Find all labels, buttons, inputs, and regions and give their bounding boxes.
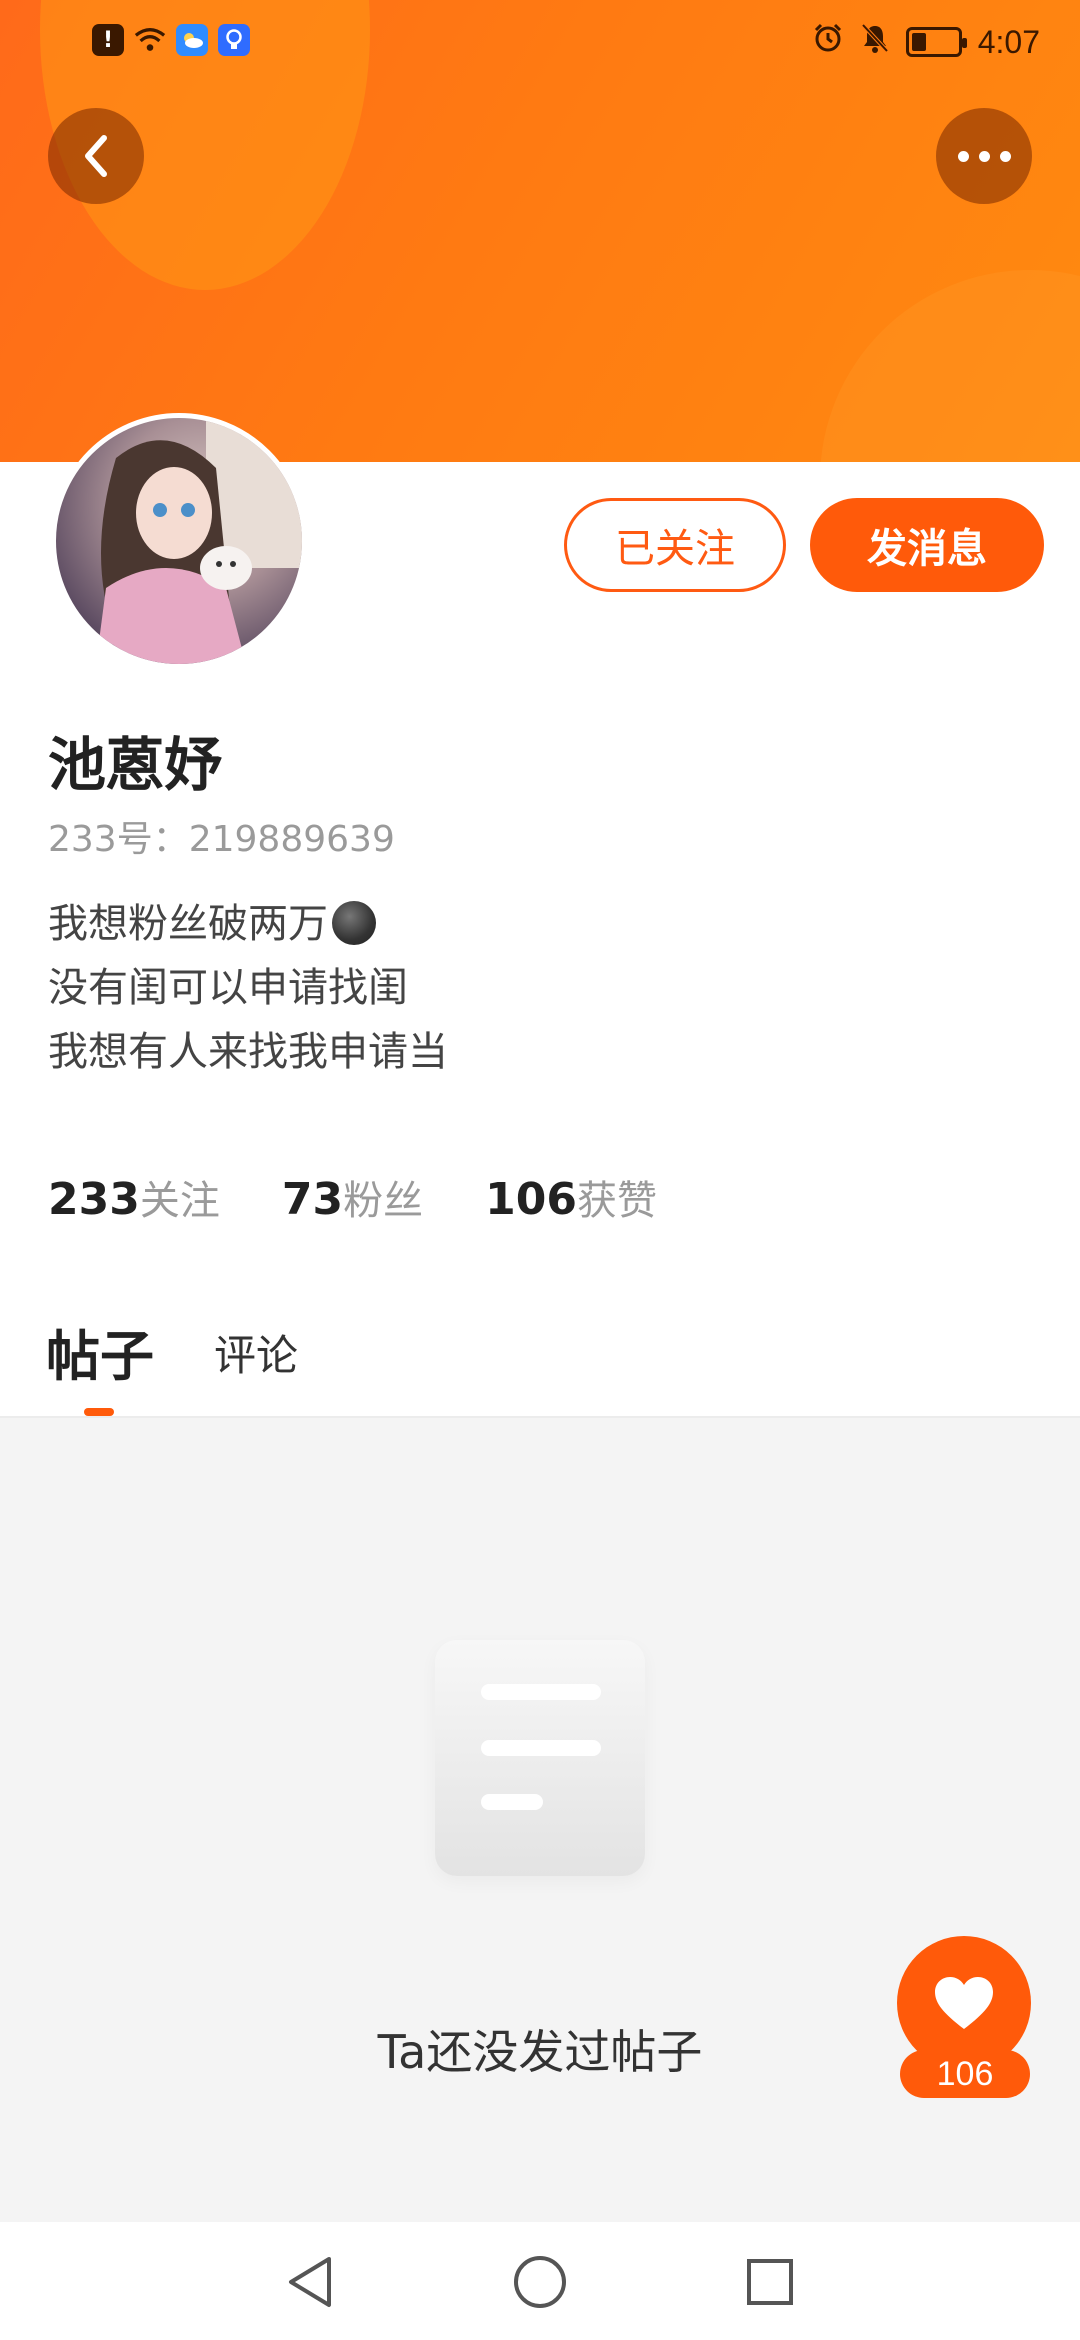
battery-icon xyxy=(905,27,967,57)
like-count-badge: 106 xyxy=(900,2050,1030,2098)
send-message-button[interactable]: 发消息 xyxy=(810,498,1044,592)
empty-document-icon xyxy=(435,1640,645,1876)
stat-followers[interactable]: 73粉丝 xyxy=(282,1168,423,1226)
alarm-icon xyxy=(812,22,844,62)
username: 池蒽妤 xyxy=(48,731,223,799)
square-recents-icon xyxy=(747,2259,793,2305)
bio: 我想粉丝破两万 没有闺可以申请找闺 我想有人来找我申请当 xyxy=(48,892,448,1084)
wifi-icon xyxy=(134,24,166,56)
user-id: 233号：219889639 xyxy=(48,819,395,860)
stat-label: 获赞 xyxy=(576,1178,657,1224)
tab-active-indicator xyxy=(84,1408,114,1416)
stat-following[interactable]: 233关注 xyxy=(48,1168,220,1226)
system-nav-bar xyxy=(0,2222,1080,2340)
stat-number: 106 xyxy=(485,1174,577,1225)
more-dots-icon xyxy=(957,150,1011,162)
bio-line: 我想粉丝破两万 xyxy=(48,901,328,947)
more-button[interactable] xyxy=(936,108,1032,204)
lightbulb-icon xyxy=(218,24,250,56)
stat-likes[interactable]: 106获赞 xyxy=(485,1168,657,1226)
back-button[interactable] xyxy=(48,108,144,204)
circle-home-icon xyxy=(514,2256,566,2308)
weather-icon xyxy=(176,24,208,56)
stat-number: 233 xyxy=(48,1174,140,1225)
stats-row: 233关注 73粉丝 106获赞 xyxy=(48,1168,657,1226)
triangle-back-icon xyxy=(289,2257,331,2307)
bio-line: 没有闺可以申请找闺 xyxy=(48,965,408,1011)
nav-home-button[interactable] xyxy=(510,2252,570,2312)
followed-button[interactable]: 已关注 xyxy=(564,498,786,592)
nav-back-button[interactable] xyxy=(280,2252,340,2312)
avatar[interactable] xyxy=(51,413,307,669)
smirk-emoji-icon xyxy=(332,901,376,945)
nav-recents-button[interactable] xyxy=(740,2252,800,2312)
stat-number: 73 xyxy=(281,1174,344,1225)
chevron-left-icon xyxy=(85,135,107,177)
status-time: 4:07 xyxy=(977,23,1040,60)
stat-label: 关注 xyxy=(139,1178,220,1224)
stat-label: 粉丝 xyxy=(343,1178,424,1224)
heart-icon xyxy=(935,1977,993,2029)
bio-line: 我想有人来找我申请当 xyxy=(48,1029,448,1075)
alert-icon: ! xyxy=(92,24,124,56)
tab-comments[interactable]: 评论 xyxy=(214,1322,298,1383)
status-bar: ! 4:07 xyxy=(0,0,1080,84)
profile-banner: ! 4:07 xyxy=(0,0,1080,462)
bell-muted-icon xyxy=(860,22,890,62)
tab-posts[interactable]: 帖子 xyxy=(46,1312,154,1391)
